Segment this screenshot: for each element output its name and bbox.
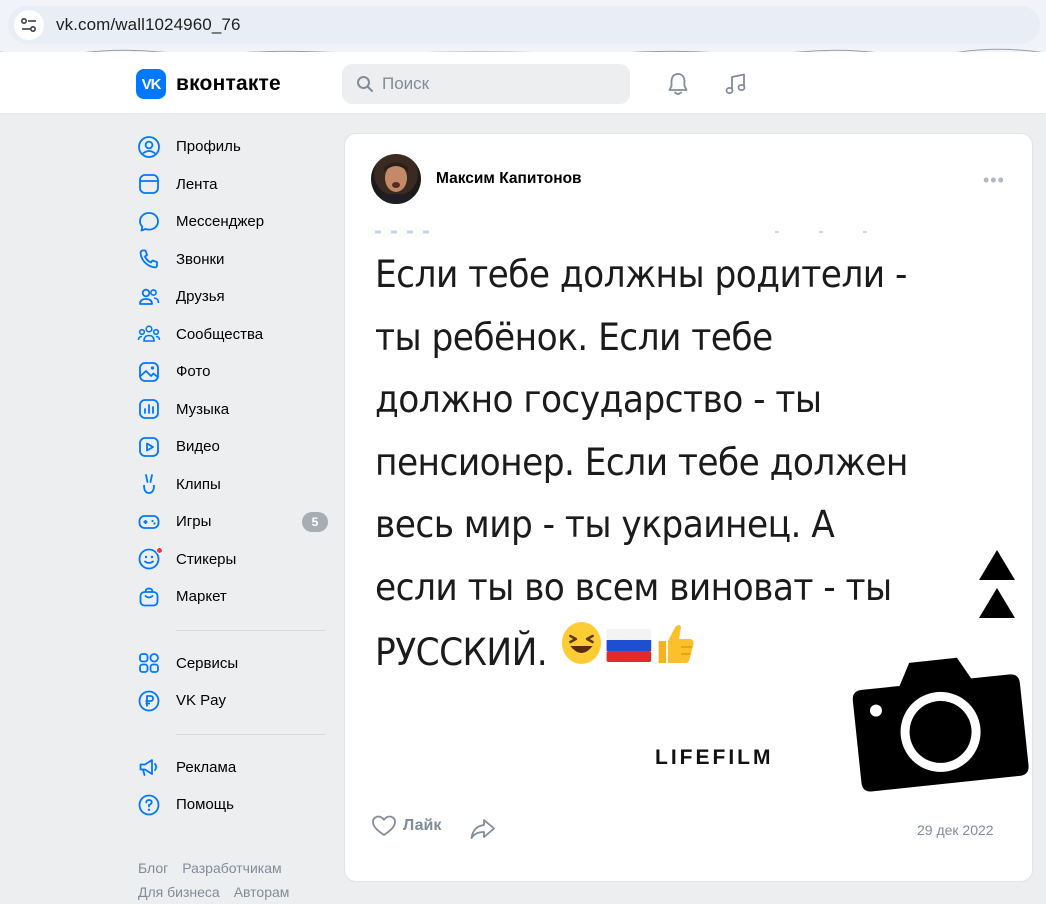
sidebar-item-feed[interactable]: Лента [136, 166, 336, 204]
footer-link-blog[interactable]: Блог [138, 860, 168, 876]
search-box[interactable] [342, 64, 630, 104]
sidebar-item-market[interactable]: Маркет [136, 578, 336, 616]
post-more-options-icon[interactable]: ••• [983, 170, 1005, 191]
photo-icon [136, 359, 162, 385]
search-icon [357, 76, 373, 92]
help-icon [136, 792, 162, 818]
sidebar-item-profile[interactable]: Профиль [136, 128, 336, 166]
stickers-new-dot [156, 547, 163, 555]
sidebar-item-services[interactable]: Сервисы [136, 645, 336, 683]
sidebar-item-help[interactable]: Помощь [136, 786, 336, 824]
url-text[interactable]: vk.com/wall1024960_76 [56, 15, 241, 35]
arrow-up-icons [979, 550, 1015, 618]
wall-post: Максим Капитонов ••• Если тебе должны ро… [344, 133, 1033, 882]
sidebar-item-music[interactable]: Музыка [136, 391, 336, 429]
search-input[interactable] [382, 74, 612, 94]
browser-address-bar: vk.com/wall1024960_76 [0, 0, 1046, 52]
like-label: Лайк [403, 817, 442, 834]
video-icon [136, 434, 162, 460]
post-image[interactable]: Если тебе должны родители - ты ребёнок. … [345, 222, 1032, 822]
phone-icon [136, 246, 162, 272]
footer-link-business[interactable]: Для бизнеса [138, 884, 220, 900]
clips-icon [136, 471, 162, 497]
image-top-edge-decoration [375, 230, 905, 234]
vkpay-icon [136, 688, 162, 714]
notifications-bell-icon[interactable] [664, 70, 692, 98]
feed-icon [136, 171, 162, 197]
friends-icon [136, 284, 162, 310]
services-icon [136, 650, 162, 676]
vk-logo-icon: VK [136, 69, 166, 99]
games-count-badge: 5 [302, 512, 328, 532]
vk-logo-text: вконтакте [176, 72, 281, 95]
russian-flag-icon [605, 622, 653, 685]
sidebar-item-clips[interactable]: Клипы [136, 466, 336, 504]
nav-divider [176, 629, 326, 631]
communities-icon [136, 321, 162, 347]
author-avatar[interactable] [371, 154, 421, 204]
site-settings-icon[interactable] [14, 10, 44, 40]
ads-icon [136, 754, 162, 780]
sidebar-item-ads[interactable]: Реклама [136, 749, 336, 787]
sidebar-item-stickers[interactable]: Стикеры [136, 541, 336, 579]
vk-logo[interactable]: VK вконтакте [136, 69, 281, 99]
left-navigation: Профиль Лента Мессенджер Звонки Друзья С… [136, 128, 336, 824]
sidebar-item-friends[interactable]: Друзья [136, 278, 336, 316]
profile-icon [136, 134, 162, 160]
laughing-emoji-icon [560, 620, 603, 686]
meme-text: Если тебе должны родители - ты ребёнок. … [375, 244, 952, 687]
messenger-icon [136, 209, 162, 235]
games-icon [136, 509, 162, 535]
nav-divider [176, 733, 326, 735]
post-author-name[interactable]: Максим Капитонов [436, 170, 582, 188]
stickers-icon [136, 546, 163, 572]
sidebar-item-photo[interactable]: Фото [136, 353, 336, 391]
share-icon [470, 819, 495, 839]
heart-icon [372, 815, 396, 836]
sidebar-item-messenger[interactable]: Мессенджер [136, 203, 336, 241]
sidebar-item-communities[interactable]: Сообщества [136, 316, 336, 354]
camera-icon [852, 657, 1029, 792]
music-icon [136, 396, 162, 422]
music-player-icon[interactable] [722, 70, 750, 98]
like-button[interactable]: Лайк [371, 814, 441, 838]
post-date[interactable]: 29 дек 2022 [917, 822, 994, 838]
footer-link-developers[interactable]: Разработчикам [182, 860, 281, 876]
footer-link-authors[interactable]: Авторам [234, 884, 290, 900]
market-icon [136, 584, 162, 610]
sidebar-item-calls[interactable]: Звонки [136, 241, 336, 279]
sidebar-item-vkpay[interactable]: VK Pay [136, 682, 336, 720]
sidebar-item-games[interactable]: Игры 5 [136, 503, 336, 541]
vk-header: VK вконтакте [0, 52, 1046, 114]
sidebar-item-video[interactable]: Видео [136, 428, 336, 466]
thumbs-up-emoji-icon [653, 619, 698, 687]
lifefilm-watermark: LIFEFILM [655, 746, 774, 769]
share-button[interactable] [469, 817, 497, 846]
